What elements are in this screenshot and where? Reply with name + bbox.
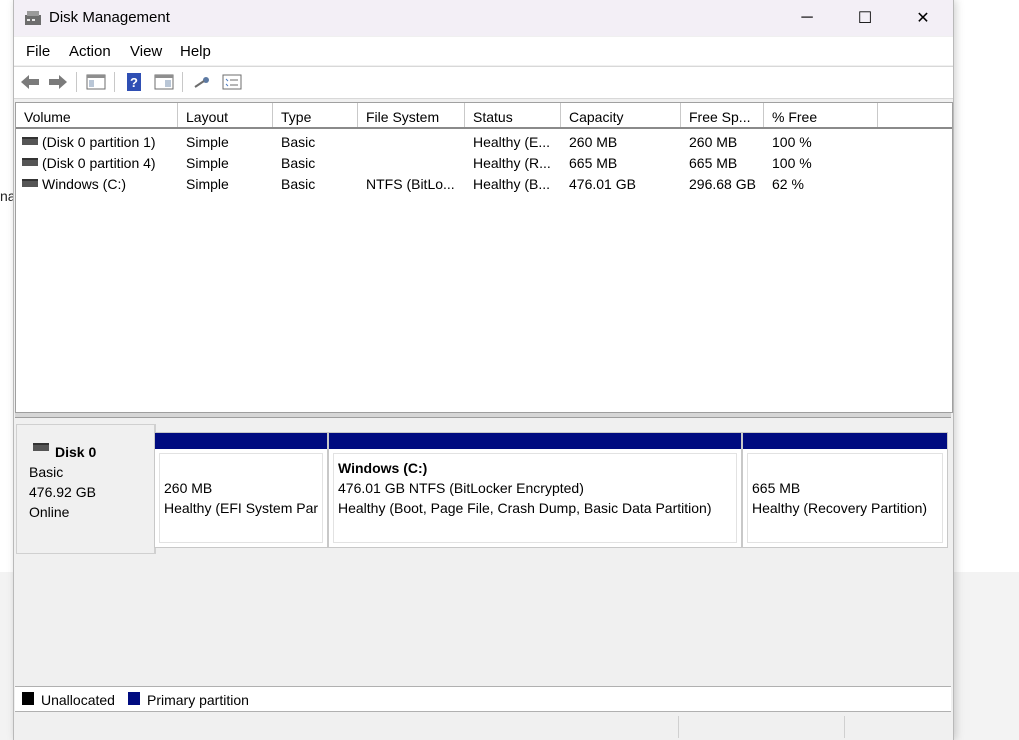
partition-health: Healthy (EFI System Par (164, 500, 319, 516)
volume-row[interactable]: (Disk 0 partition 1) Simple Basic Health… (16, 131, 952, 152)
key-icon[interactable] (192, 73, 212, 91)
partition-size: 260 MB (164, 480, 213, 496)
volume-layout: Simple (186, 155, 229, 171)
column-header-status[interactable]: Status (465, 103, 561, 127)
volume-status: Healthy (R... (473, 155, 551, 171)
partition-bar (155, 433, 327, 449)
volume-capacity: 665 MB (569, 155, 618, 171)
partition-size: 476.01 GB NTFS (BitLocker Encrypted) (338, 480, 584, 496)
volume-type: Basic (281, 155, 316, 171)
volume-type: Basic (281, 176, 316, 192)
partition-health: Healthy (Recovery Partition) (752, 500, 928, 516)
toolbar-separator (76, 72, 77, 92)
status-divider (678, 716, 679, 738)
disk-management-window: Disk Management ─ ☐ ✕ File Action View H… (13, 0, 954, 740)
menu-file[interactable]: File (26, 43, 50, 60)
partition-title: Windows (C:) (338, 460, 428, 476)
properties-icon[interactable] (154, 73, 174, 91)
volume-status: Healthy (B... (473, 176, 551, 192)
volume-name: (Disk 0 partition 1) (42, 134, 156, 150)
menu-bar: File Action View Help (14, 37, 953, 65)
toolbar-separator (182, 72, 183, 92)
column-header-file-system[interactable]: File System (358, 103, 465, 127)
partition-details: Windows (C:) 476.01 GB NTFS (BitLocker E… (333, 453, 737, 543)
volume-icon (22, 179, 38, 187)
partition-windows-c[interactable]: Windows (C:) 476.01 GB NTFS (BitLocker E… (328, 432, 742, 548)
menu-view[interactable]: View (130, 43, 162, 60)
volume-layout: Simple (186, 134, 229, 150)
volume-capacity: 476.01 GB (569, 176, 636, 192)
volume-name: (Disk 0 partition 4) (42, 155, 156, 171)
partition-recovery[interactable]: 665 MB Healthy (Recovery Partition) (742, 432, 948, 548)
unallocated-swatch (22, 692, 34, 705)
title-bar[interactable]: Disk Management ─ ☐ ✕ (14, 0, 953, 36)
legend-unallocated: Unallocated (41, 692, 115, 708)
menu-help[interactable]: Help (180, 43, 211, 60)
volume-file-system: NTFS (BitLo... (366, 176, 455, 192)
disk-label[interactable]: Disk 0 Basic 476.92 GB Online (16, 424, 156, 554)
volume-free-space: 665 MB (689, 155, 738, 171)
volume-row[interactable]: (Disk 0 partition 4) Simple Basic Health… (16, 152, 952, 173)
minimize-icon: ─ (801, 9, 813, 26)
volume-list: Volume Layout Type File System Status Ca… (15, 102, 953, 413)
partition-health: Healthy (Boot, Page File, Crash Dump, Ba… (338, 500, 712, 516)
column-header-volume[interactable]: Volume (16, 103, 178, 127)
svg-text:?: ? (130, 75, 138, 90)
legend-primary-partition: Primary partition (147, 692, 249, 708)
disk-name: Disk 0 (55, 444, 97, 460)
disk-status: Online (29, 504, 70, 520)
legend: Unallocated Primary partition (15, 686, 951, 712)
primary-partition-swatch (128, 692, 140, 705)
close-icon: ✕ (916, 10, 930, 27)
disk-icon (33, 443, 49, 451)
forward-icon[interactable] (48, 73, 68, 91)
toolbar: ? (14, 66, 953, 99)
partition-size: 665 MB (752, 480, 801, 496)
volume-free-space: 296.68 GB (689, 176, 756, 192)
volume-capacity: 260 MB (569, 134, 618, 150)
volume-percent-free: 100 % (772, 134, 812, 150)
close-button[interactable]: ✕ (894, 0, 952, 36)
column-header-type[interactable]: Type (273, 103, 358, 127)
column-header-capacity[interactable]: Capacity (561, 103, 681, 127)
volume-row[interactable]: Windows (C:) Simple Basic NTFS (BitLo...… (16, 173, 952, 194)
volume-name: Windows (C:) (42, 176, 127, 192)
disk-management-icon (25, 11, 41, 25)
volume-layout: Simple (186, 176, 229, 192)
partition-bar (329, 433, 741, 449)
minimize-button[interactable]: ─ (778, 0, 836, 36)
help-icon[interactable]: ? (124, 73, 144, 91)
toolbar-separator (114, 72, 115, 92)
volume-list-header: Volume Layout Type File System Status Ca… (16, 103, 952, 129)
disk-type: Basic (29, 464, 64, 480)
column-header-layout[interactable]: Layout (178, 103, 273, 127)
partition-details: 665 MB Healthy (Recovery Partition) (747, 453, 943, 543)
volume-percent-free: 62 % (772, 176, 804, 192)
status-divider (844, 716, 845, 738)
status-bar (14, 714, 953, 740)
window-title: Disk Management (49, 9, 170, 26)
volume-percent-free: 100 % (772, 155, 812, 171)
checklist-icon[interactable] (222, 73, 242, 91)
back-icon[interactable] (20, 73, 40, 91)
partition-bar (743, 433, 947, 449)
console-tree-icon[interactable] (86, 73, 106, 91)
disk-size: 476.92 GB (29, 484, 96, 500)
volume-free-space: 260 MB (689, 134, 738, 150)
column-header-free-space[interactable]: Free Sp... (681, 103, 764, 127)
partition-details: 260 MB Healthy (EFI System Par (159, 453, 323, 543)
disk-view: Disk 0 Basic 476.92 GB Online 260 MB Hea… (15, 418, 951, 686)
menu-action[interactable]: Action (69, 43, 111, 60)
column-header-percent-free[interactable]: % Free (764, 103, 878, 127)
volume-type: Basic (281, 134, 316, 150)
volume-status: Healthy (E... (473, 134, 551, 150)
maximize-icon: ☐ (857, 10, 873, 27)
volume-icon (22, 158, 38, 166)
partition-efi[interactable]: 260 MB Healthy (EFI System Par (154, 432, 328, 548)
maximize-button[interactable]: ☐ (836, 0, 894, 36)
volume-icon (22, 137, 38, 145)
